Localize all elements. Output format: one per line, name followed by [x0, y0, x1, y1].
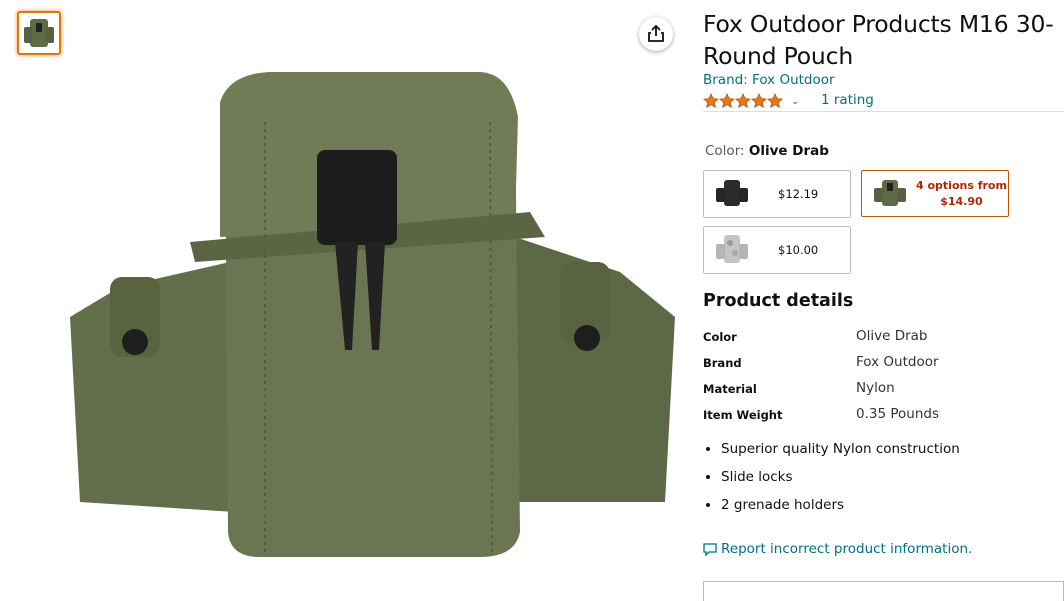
- report-incorrect-info-link[interactable]: Report incorrect product information.: [703, 541, 972, 557]
- swatch-price: $10.00: [778, 243, 819, 257]
- detail-value: Nylon: [856, 380, 895, 396]
- swatch-camo[interactable]: $10.00: [703, 226, 851, 274]
- swatch-price: $12.19: [778, 187, 819, 201]
- olive-pouch-thumbnail: [874, 179, 906, 206]
- detail-row-item-weight: Item Weight 0.35 Pounds: [703, 406, 1064, 430]
- detail-key: Material: [703, 382, 757, 396]
- next-section-box: [703, 581, 1064, 601]
- detail-key: Brand: [703, 356, 742, 370]
- detail-row-brand: Brand Fox Outdoor: [703, 354, 1064, 378]
- comment-icon: [703, 542, 717, 556]
- color-selection-label: Color: Olive Drab: [705, 143, 829, 159]
- feature-bullet: Slide locks: [721, 463, 1061, 491]
- swatch-black[interactable]: $12.19: [703, 170, 851, 218]
- star-rating[interactable]: ⌄: [703, 91, 799, 111]
- swatch-options: 4 options from $14.90: [916, 178, 1007, 210]
- detail-value: Fox Outdoor: [856, 354, 939, 370]
- detail-value: 0.35 Pounds: [856, 406, 939, 422]
- rating-count-link[interactable]: 1 rating: [821, 92, 874, 108]
- star-icon: [703, 93, 719, 109]
- camo-pouch-thumbnail: [716, 235, 748, 263]
- color-value: Olive Drab: [748, 143, 829, 159]
- color-label: Color:: [705, 143, 749, 159]
- star-icon: [767, 93, 783, 109]
- detail-row-color: Color Olive Drab: [703, 328, 1064, 352]
- star-icon: [735, 93, 751, 109]
- share-button[interactable]: [639, 17, 673, 51]
- feature-bullet: Superior quality Nylon construction: [721, 435, 1061, 463]
- feature-bullet: 2 grenade holders: [721, 491, 1061, 519]
- swatch-olive-drab[interactable]: 4 options from $14.90: [861, 170, 1009, 217]
- star-icon: [751, 93, 767, 109]
- report-link-text: Report incorrect product information.: [721, 541, 973, 557]
- main-product-image[interactable]: [60, 62, 685, 562]
- pouch-thumbnail: [24, 19, 54, 47]
- detail-key: Item Weight: [703, 408, 783, 422]
- feature-bullets: Superior quality Nylon construction Slid…: [703, 435, 1061, 519]
- detail-row-material: Material Nylon: [703, 380, 1064, 404]
- chevron-down-icon: ⌄: [791, 95, 800, 107]
- black-pouch-thumbnail: [716, 180, 748, 206]
- swatch-options-line1: 4 options from: [916, 178, 1007, 192]
- product-details-heading: Product details: [703, 291, 854, 311]
- detail-key: Color: [703, 330, 737, 344]
- product-title: Fox Outdoor Products M16 30-Round Pouch: [703, 10, 1054, 70]
- divider: [703, 111, 1064, 112]
- detail-value: Olive Drab: [856, 328, 928, 344]
- swatch-options-line2: $14.90: [940, 194, 983, 208]
- star-icon: [719, 93, 735, 109]
- brand-link[interactable]: Brand: Fox Outdoor: [703, 72, 835, 88]
- thumbnail-image[interactable]: [17, 11, 61, 55]
- stars: [703, 93, 783, 109]
- share-icon: [648, 25, 664, 42]
